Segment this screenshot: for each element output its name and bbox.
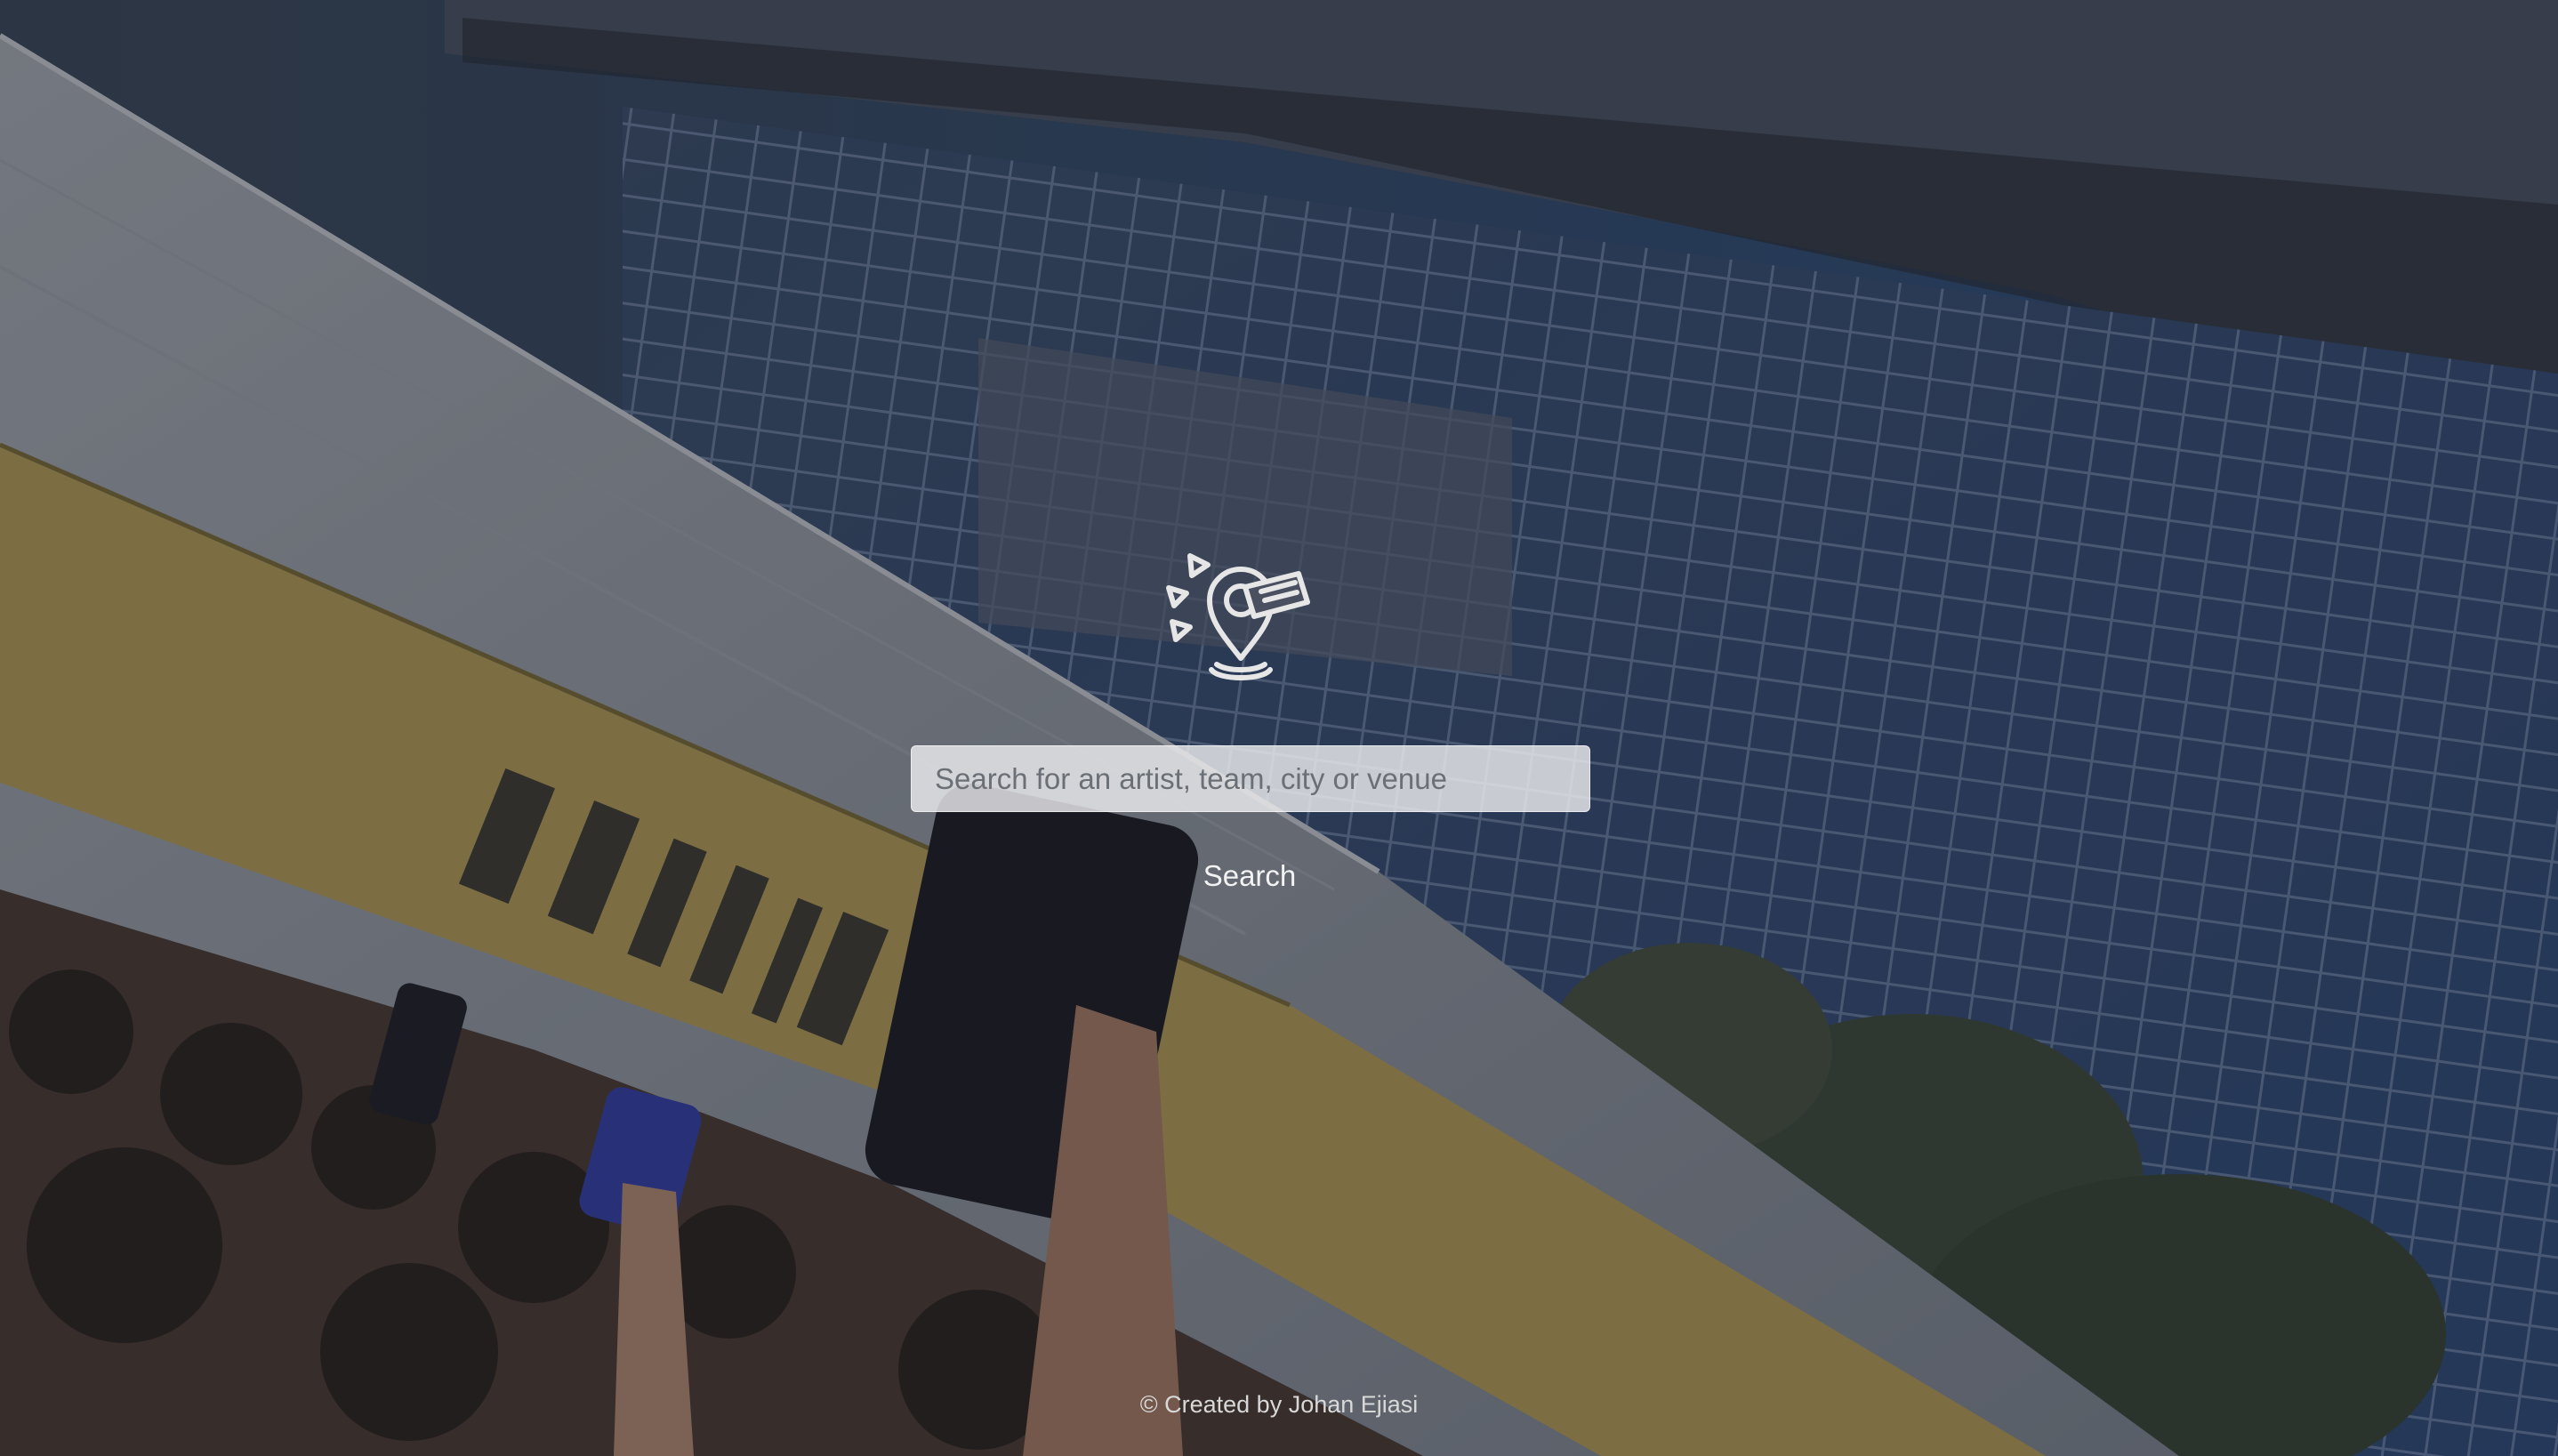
search-input[interactable] bbox=[911, 745, 1590, 812]
search-hero: Search bbox=[0, 0, 2558, 1456]
ticket-location-pin-icon bbox=[1156, 538, 1325, 698]
footer-credit: © Created by Johan Ejiasi bbox=[1139, 1391, 1419, 1418]
search-button[interactable]: Search bbox=[1147, 849, 1352, 903]
landing-page: Search © Created by Johan Ejiasi bbox=[0, 0, 2558, 1456]
